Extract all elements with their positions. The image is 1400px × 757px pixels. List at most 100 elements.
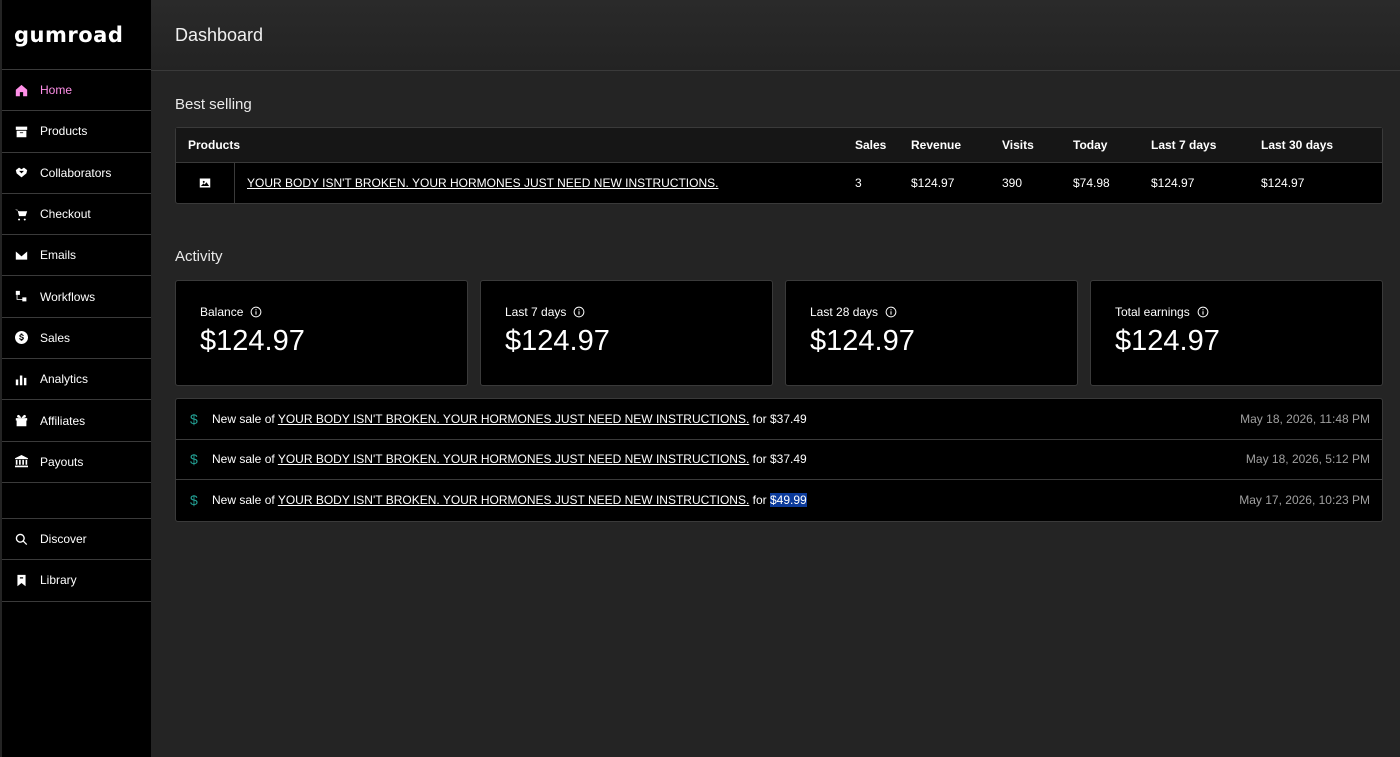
sidebar-item-label: Affiliates bbox=[40, 413, 86, 428]
activity-prefix: New sale of bbox=[212, 411, 275, 426]
activity-row: $ New sale of YOUR BODY ISN'T BROKEN. YOU… bbox=[176, 399, 1382, 440]
activity-product-link[interactable]: YOUR BODY ISN'T BROKEN. YOUR HORMONES JU… bbox=[278, 452, 749, 466]
sidebar-item-label: Workflows bbox=[40, 289, 96, 304]
column-header-products: Products bbox=[188, 138, 241, 152]
stat-card-value: $124.97 bbox=[200, 325, 305, 357]
dashboard-main: Best selling Products Sales Revenue Visi… bbox=[175, 71, 1383, 522]
stat-card-label: Balance bbox=[200, 305, 467, 319]
sidebar-item-collaborators[interactable]: Collaborators bbox=[2, 153, 151, 194]
sidebar-item-discover[interactable]: Discover bbox=[2, 519, 151, 561]
product-cell: YOUR BODY ISN'T BROKEN. YOUR HORMONES JU… bbox=[176, 163, 843, 203]
sidebar-item-home[interactable]: Home bbox=[2, 70, 151, 112]
activity-amount: $37.49 bbox=[770, 452, 807, 467]
sidebar-item-label: Checkout bbox=[40, 207, 91, 222]
sidebar-item-library[interactable]: Library bbox=[2, 560, 151, 602]
sidebar-item-label: Collaborators bbox=[40, 165, 112, 180]
sidebar-spacer bbox=[2, 483, 151, 519]
sidebar-item-products[interactable]: Products bbox=[2, 111, 151, 153]
activity-for: for bbox=[752, 411, 767, 426]
stat-card-label: Last 28 days bbox=[810, 305, 1077, 319]
column-header-today: Today bbox=[1073, 138, 1108, 152]
dollar-circle-icon bbox=[14, 331, 28, 345]
column-header-last-7-days: Last 7 days bbox=[1151, 138, 1217, 152]
sidebar-item-label: Sales bbox=[40, 330, 71, 345]
sidebar-item-emails[interactable]: Emails bbox=[2, 235, 151, 277]
stat-cards: Balance $124.97 Last 7 days $124.97 Last 28 … bbox=[175, 280, 1383, 386]
envelope-icon bbox=[14, 248, 28, 262]
activity-product-link[interactable]: YOUR BODY ISN'T BROKEN. YOUR HORMONES JU… bbox=[278, 412, 749, 426]
page-header: Dashboard bbox=[151, 0, 1400, 71]
gift-icon bbox=[14, 414, 28, 428]
activity-feed: $ New sale of YOUR BODY ISN'T BROKEN. YOU… bbox=[175, 398, 1383, 522]
sidebar-item-label: Products bbox=[40, 124, 88, 139]
info-icon[interactable] bbox=[243, 306, 262, 318]
sales-cell: 3 bbox=[855, 176, 862, 190]
sidebar-item-workflows[interactable]: Workflows bbox=[2, 276, 151, 318]
stat-card-last-7-days: Last 7 days $124.97 bbox=[480, 280, 773, 386]
bookmark-icon bbox=[14, 573, 28, 587]
stat-card-label: Total earnings bbox=[1115, 305, 1382, 319]
sidebar-item-label: Payouts bbox=[40, 454, 84, 469]
activity-date: May 18, 2026, 5:12 PM bbox=[1245, 452, 1370, 467]
sidebar-item-label: Library bbox=[40, 573, 77, 588]
cart-icon bbox=[14, 207, 28, 221]
sidebar-item-checkout[interactable]: Checkout bbox=[2, 194, 151, 236]
activity-prefix: New sale of bbox=[212, 452, 275, 467]
last-30-days-cell: $124.97 bbox=[1261, 176, 1305, 190]
sidebar-item-sales[interactable]: Sales bbox=[2, 318, 151, 360]
activity-title: Activity bbox=[175, 248, 223, 265]
stat-card-last-28-days: Last 28 days $124.97 bbox=[785, 280, 1078, 386]
logo-text[interactable]: gumroad bbox=[14, 23, 123, 47]
home-icon bbox=[14, 83, 28, 97]
best-selling-title: Best selling bbox=[175, 96, 252, 113]
dollar-icon: $ bbox=[190, 492, 198, 509]
best-selling-table: Products Sales Revenue Visits Today Last… bbox=[175, 127, 1383, 204]
stat-label-text: Last 28 days bbox=[810, 305, 879, 319]
column-header-visits: Visits bbox=[1002, 138, 1034, 152]
stat-card-value: $124.97 bbox=[505, 325, 610, 357]
activity-date: May 18, 2026, 11:48 PM bbox=[1240, 411, 1370, 426]
activity-amount: $49.99 bbox=[770, 493, 807, 508]
table-header-row: Products Sales Revenue Visits Today Last… bbox=[176, 128, 1382, 163]
activity-text: New sale of YOUR BODY ISN'T BROKEN. YOUR… bbox=[212, 452, 1246, 466]
sidebar-item-affiliates[interactable]: Affiliates bbox=[2, 400, 151, 442]
workflow-icon bbox=[14, 290, 28, 304]
stat-label-text: Total earnings bbox=[1115, 305, 1190, 319]
last-7-days-cell: $124.97 bbox=[1151, 176, 1195, 190]
sidebar-item-label: Home bbox=[40, 83, 73, 98]
activity-for: for bbox=[752, 452, 767, 467]
archive-icon bbox=[14, 124, 28, 138]
bar-chart-icon bbox=[14, 372, 28, 386]
page-title: Dashboard bbox=[175, 24, 264, 45]
sidebar-item-analytics[interactable]: Analytics bbox=[2, 359, 151, 401]
dollar-icon: $ bbox=[190, 451, 198, 468]
sidebar-item-label: Emails bbox=[40, 248, 77, 263]
activity-for: for bbox=[752, 493, 767, 508]
activity-text: New sale of YOUR BODY ISN'T BROKEN. YOUR… bbox=[212, 493, 1239, 508]
column-header-revenue: Revenue bbox=[911, 138, 962, 152]
activity-date: May 17, 2026, 10:23 PM bbox=[1239, 493, 1370, 508]
gumroad-logo[interactable]: gumroad bbox=[2, 0, 151, 70]
handshake-icon bbox=[14, 166, 28, 180]
info-icon[interactable] bbox=[878, 306, 897, 318]
product-link[interactable]: YOUR BODY ISN'T BROKEN. YOUR HORMONES JU… bbox=[247, 176, 718, 190]
stat-card-value: $124.97 bbox=[810, 325, 915, 357]
stat-card-value: $124.97 bbox=[1115, 325, 1220, 357]
bank-icon bbox=[14, 455, 28, 469]
info-icon[interactable] bbox=[1190, 306, 1209, 318]
sidebar-item-payouts[interactable]: Payouts bbox=[2, 442, 151, 483]
column-header-last-30-days: Last 30 days bbox=[1261, 138, 1334, 152]
image-icon bbox=[199, 178, 211, 188]
info-icon[interactable] bbox=[566, 306, 585, 318]
stat-card-label: Last 7 days bbox=[505, 305, 772, 319]
sidebar-item-label: Analytics bbox=[40, 372, 89, 387]
stat-label-text: Last 7 days bbox=[505, 305, 567, 319]
search-icon bbox=[14, 532, 28, 546]
stat-label-text: Balance bbox=[200, 305, 244, 319]
activity-prefix: New sale of bbox=[212, 493, 275, 508]
revenue-cell: $124.97 bbox=[911, 176, 955, 190]
activity-row: $ New sale of YOUR BODY ISN'T BROKEN. YOU… bbox=[176, 440, 1382, 480]
activity-amount: $37.49 bbox=[770, 411, 807, 426]
activity-product-link[interactable]: YOUR BODY ISN'T BROKEN. YOUR HORMONES JU… bbox=[278, 493, 749, 507]
visits-cell: 390 bbox=[1002, 176, 1023, 190]
